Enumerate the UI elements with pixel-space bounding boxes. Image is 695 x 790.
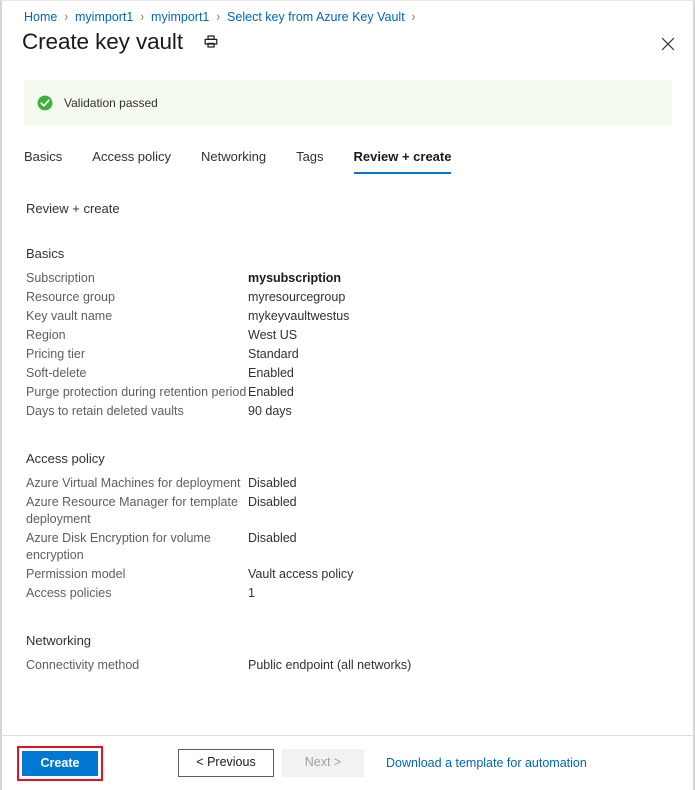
row-value: mykeyvaultwestus: [248, 309, 350, 323]
download-template-link[interactable]: Download a template for automation: [386, 756, 587, 770]
breadcrumb-item-home[interactable]: Home: [24, 10, 57, 24]
row-label: Resource group: [26, 290, 115, 304]
tab-access-policy[interactable]: Access policy: [92, 149, 171, 174]
row-value: 1: [248, 586, 255, 600]
breadcrumb-separator-icon: ›: [64, 9, 69, 25]
row-label: Subscription: [26, 271, 95, 285]
row-value: Public endpoint (all networks): [248, 658, 412, 672]
validation-banner: Validation passed: [24, 80, 672, 126]
close-icon[interactable]: [655, 31, 681, 57]
table-row: Azure Resource Manager for template depl…: [2, 493, 693, 529]
tab-review-create[interactable]: Review + create: [353, 149, 452, 174]
table-row: Access policies 1: [2, 584, 693, 603]
tab-networking[interactable]: Networking: [201, 149, 266, 174]
table-row: Key vault name mykeyvaultwestus: [2, 307, 693, 326]
breadcrumb-separator-icon: ›: [411, 9, 416, 25]
create-button[interactable]: Create: [22, 750, 98, 776]
row-label: Key vault name: [26, 309, 113, 323]
section-title-basics: Basics: [26, 246, 65, 261]
section-title-networking: Networking: [26, 633, 92, 648]
row-label: Permission model: [26, 567, 126, 581]
table-row: Permission model Vault access policy: [2, 565, 693, 584]
table-row: Days to retain deleted vaults 90 days: [2, 402, 693, 421]
row-value: Vault access policy: [248, 567, 354, 581]
previous-button[interactable]: < Previous: [178, 749, 274, 777]
row-label: Connectivity method: [26, 658, 140, 672]
row-value: West US: [248, 328, 298, 342]
table-row: Azure Disk Encryption for volume encrypt…: [2, 529, 693, 565]
page-title: Create key vault: [22, 29, 183, 54]
row-label: Soft-delete: [26, 366, 87, 380]
tab-basics[interactable]: Basics: [24, 149, 62, 174]
table-row: Region West US: [2, 326, 693, 345]
row-value: Standard: [248, 347, 299, 361]
row-label: Access policies: [26, 586, 112, 600]
review-create-content: Review + create Basics Subscription mysu…: [2, 201, 693, 735]
create-key-vault-blade: Home › myimport1 › myimport1 › Select ke…: [0, 0, 695, 790]
basics-summary-table: Subscription mysubscription Resource gro…: [2, 269, 693, 421]
row-label: Azure Disk Encryption for volume encrypt…: [26, 531, 211, 562]
row-label: Purge protection during retention period: [26, 385, 247, 399]
table-row: Pricing tier Standard: [2, 345, 693, 364]
row-label: Region: [26, 328, 66, 342]
row-value: 90 days: [248, 404, 292, 418]
table-row: Resource group myresourcegroup: [2, 288, 693, 307]
content-heading: Review + create: [26, 201, 120, 216]
table-row: Subscription mysubscription: [2, 269, 693, 288]
table-row: Purge protection during retention period…: [2, 383, 693, 402]
row-value: myresourcegroup: [248, 290, 346, 304]
create-button-highlight: Create: [17, 745, 103, 781]
validation-message: Validation passed: [64, 96, 158, 110]
breadcrumb: Home › myimport1 › myimport1 › Select ke…: [24, 9, 422, 25]
row-label: Pricing tier: [26, 347, 86, 361]
access-policy-summary-table: Azure Virtual Machines for deployment Di…: [2, 474, 693, 603]
row-value: Disabled: [248, 476, 297, 490]
title-row: Create key vault: [22, 29, 221, 55]
networking-summary-table: Connectivity method Public endpoint (all…: [2, 656, 693, 675]
table-row: Soft-delete Enabled: [2, 364, 693, 383]
printer-icon[interactable]: [201, 32, 221, 52]
wizard-footer: Create < Previous Next > Download a temp…: [2, 735, 693, 790]
breadcrumb-separator-icon: ›: [140, 9, 145, 25]
row-value: mysubscription: [248, 271, 342, 285]
row-value: Enabled: [248, 366, 294, 380]
table-row: Azure Virtual Machines for deployment Di…: [2, 474, 693, 493]
row-label: Azure Virtual Machines for deployment: [26, 476, 241, 490]
row-value: Disabled: [248, 495, 297, 509]
breadcrumb-item-myimport1-1[interactable]: myimport1: [75, 10, 133, 24]
table-row: Connectivity method Public endpoint (all…: [2, 656, 693, 675]
row-value: Enabled: [248, 385, 294, 399]
wizard-tabs: Basics Access policy Networking Tags Rev…: [24, 149, 481, 174]
breadcrumb-separator-icon: ›: [216, 9, 221, 25]
next-button: Next >: [282, 749, 364, 777]
breadcrumb-item-select-key[interactable]: Select key from Azure Key Vault: [227, 10, 405, 24]
row-label: Days to retain deleted vaults: [26, 404, 184, 418]
row-value: Disabled: [248, 531, 297, 545]
row-label: Azure Resource Manager for template depl…: [26, 495, 238, 526]
breadcrumb-item-myimport1-2[interactable]: myimport1: [151, 10, 209, 24]
success-check-icon: [37, 95, 53, 111]
section-title-access-policy: Access policy: [26, 451, 105, 466]
tab-tags[interactable]: Tags: [296, 149, 323, 174]
